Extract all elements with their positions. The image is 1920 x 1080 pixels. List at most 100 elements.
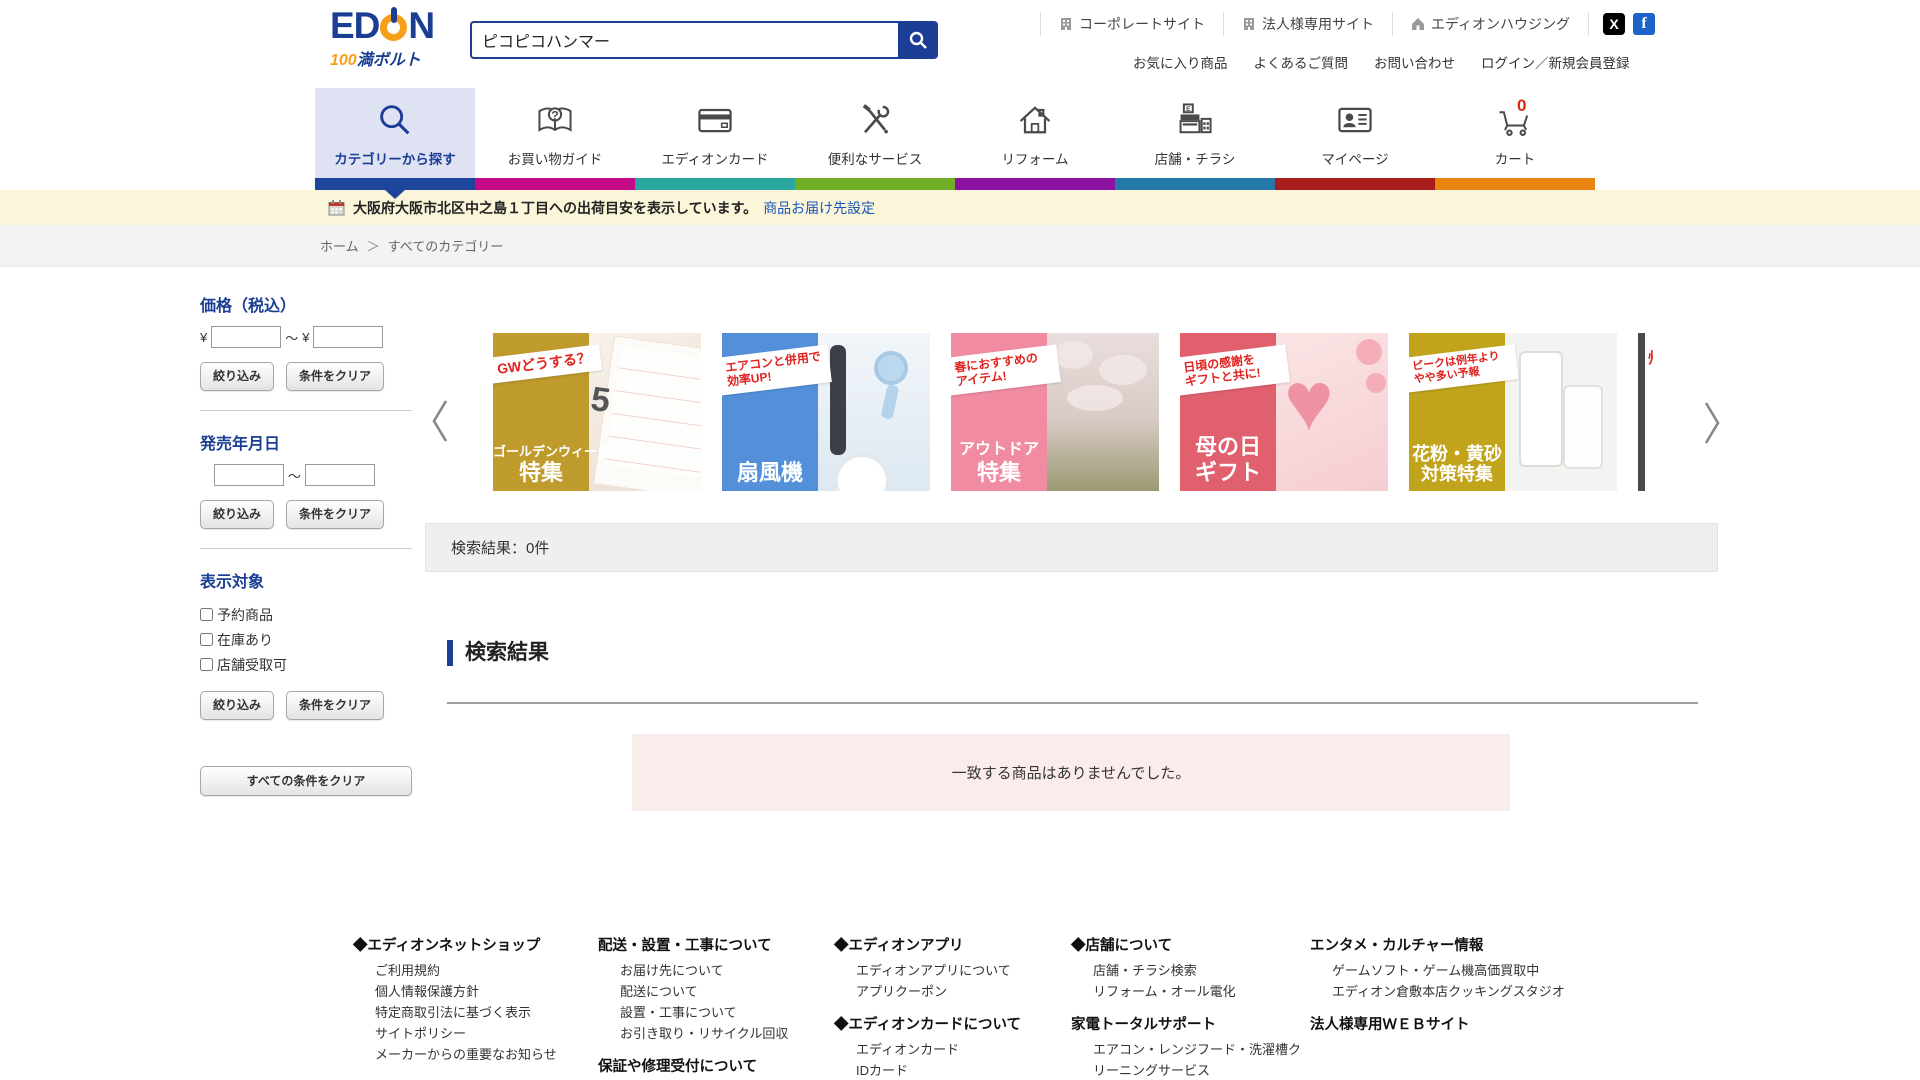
price-max-input[interactable] <box>313 326 383 348</box>
shipping-notice-text: 大阪府大阪市北区中之島１丁目への出荷目安を表示しています。 <box>353 198 757 218</box>
banner-outdoor[interactable]: アウトドア特集 春におすすめのアイテム! <box>951 333 1159 491</box>
reserve-item-checkbox[interactable] <box>200 608 213 621</box>
footer-heading: ◆エディオンカードについて <box>834 1014 1062 1036</box>
yen-label: ¥ <box>200 330 207 345</box>
banner-mothers-day[interactable]: 母の日ギフト ♥ 日頃の感謝をギフトと共に! <box>1180 333 1388 491</box>
filter-sidebar: 価格（税込） ¥ ～ ¥ 絞り込み 条件をクリア 発売年月日 ～ 絞り込み 条件… <box>200 292 412 796</box>
footer-link[interactable]: 店舗・チラシ検索 <box>1071 960 1301 981</box>
price-filter-apply-button[interactable]: 絞り込み <box>200 362 274 391</box>
banner-fans[interactable]: 扇風機 エアコンと併用で効率UP! <box>722 333 930 491</box>
nav-reform[interactable]: リフォーム <box>955 88 1115 178</box>
top-link-business[interactable]: 法人様専用サイト <box>1223 12 1392 36</box>
result-count-text: 検索結果：0件 <box>451 537 549 558</box>
heart-ribbon-photo: ♥ <box>1276 333 1388 491</box>
cart-icon: 0 <box>1495 100 1535 140</box>
credit-card-icon <box>695 100 735 140</box>
no-results-text: 一致する商品はありませんでした。 <box>952 762 1191 783</box>
carousel-prev-arrow[interactable] <box>430 398 450 444</box>
checkbox-label: 在庫あり <box>217 630 273 650</box>
price-filter-title: 価格（税込） <box>200 292 412 316</box>
favorites-link[interactable]: お気に入り商品 <box>1133 52 1228 72</box>
release-filter-apply-button[interactable]: 絞り込み <box>200 500 274 529</box>
edion-logo[interactable]: EDN 100満ボルト <box>330 8 440 70</box>
top-link-housing[interactable]: エディオンハウジング <box>1392 12 1588 36</box>
login-register-link[interactable]: ログイン／新規会員登録 <box>1481 52 1630 72</box>
footer-heading: ◆エディオンアプリ <box>834 935 1062 957</box>
calendar-truck-icon <box>328 199 345 216</box>
release-filter-clear-button[interactable]: 条件をクリア <box>286 500 384 529</box>
result-count-bar: 検索結果：0件 <box>425 523 1718 572</box>
nav-stores-flyers[interactable]: E 店舗・チラシ <box>1115 88 1275 178</box>
banner-partial[interactable]: 帰 <box>1638 333 1653 491</box>
banner-track: ゴールデンウィーク特集 5 GWどうする？ 扇風機 エアコンと併用で効率UP! … <box>493 333 1653 491</box>
clear-all-conditions-button[interactable]: すべての条件をクリア <box>200 766 412 796</box>
footer-link[interactable]: エディオンアプリについて <box>834 960 1062 981</box>
breadcrumb-home[interactable]: ホーム <box>320 236 359 255</box>
footer-link[interactable]: エディオン倉敷本店クッキングスタジオ <box>1310 981 1565 1002</box>
footer-link[interactable]: IDカード <box>834 1060 1062 1080</box>
price-range-row: ¥ ～ ¥ <box>200 326 412 348</box>
footer-col-netshop: ◆エディオンネットショップ ご利用規約 個人情報保護方針 特定商取引法に基づく表… <box>353 935 588 1065</box>
footer-link[interactable]: 個人情報保護方針 <box>353 981 588 1002</box>
nav-category-search[interactable]: カテゴリーから探す <box>315 88 475 178</box>
footer-link[interactable]: お引き取り・リサイクル回収 <box>598 1023 826 1044</box>
banner-pollen[interactable]: 花粉・黄砂対策特集 ピークは例年よりやや多い予報 <box>1409 333 1617 491</box>
checkbox-row-storepickup: 店舗受取可 <box>200 652 412 677</box>
display-filter-apply-button[interactable]: 絞り込み <box>200 691 274 720</box>
footer-link[interactable]: ゲームソフト・ゲーム機高価買取中 <box>1310 960 1565 981</box>
footer-heading: ◆店舗について <box>1071 935 1301 957</box>
banner-edge <box>1638 333 1645 491</box>
logo-subtext: 100満ボルト <box>330 46 440 70</box>
footer-link[interactable]: ご利用規約 <box>353 960 588 981</box>
search-button[interactable] <box>898 21 938 59</box>
nav-mypage[interactable]: マイページ <box>1275 88 1435 178</box>
footer-link[interactable]: アプリクーポン <box>834 981 1062 1002</box>
price-min-input[interactable] <box>211 326 281 348</box>
delivery-address-setting-link[interactable]: 商品お届け先設定 <box>763 198 875 218</box>
footer-link[interactable]: 配送について <box>598 981 826 1002</box>
results-divider <box>447 702 1698 704</box>
search-input[interactable] <box>470 21 898 59</box>
nav-shopping-guide[interactable]: ? お買い物ガイド <box>475 88 635 178</box>
footer-link[interactable]: メーカーからの重要なお知らせ <box>353 1044 588 1065</box>
price-filter-clear-button[interactable]: 条件をクリア <box>286 362 384 391</box>
edion-logo-text: EDN <box>330 8 440 44</box>
release-date-to-input[interactable] <box>305 464 375 486</box>
store-pickup-checkbox[interactable] <box>200 658 213 671</box>
building-icon <box>1059 17 1073 31</box>
magnifier-icon <box>375 100 415 140</box>
search-icon <box>908 30 928 50</box>
nav-services[interactable]: 便利なサービス <box>795 88 955 178</box>
top-link-corporate[interactable]: コーポレートサイト <box>1040 12 1223 36</box>
footer-link[interactable]: 特定商取引法に基づく表示 <box>353 1002 588 1023</box>
banner-golden-week[interactable]: ゴールデンウィーク特集 5 GWどうする？ <box>493 333 701 491</box>
facebook-icon[interactable]: f <box>1633 13 1655 35</box>
sakura-photo <box>1047 333 1159 491</box>
display-filter-buttons: 絞り込み 条件をクリア <box>200 691 412 720</box>
faq-link[interactable]: よくあるご質問 <box>1254 52 1349 72</box>
nav-edion-card[interactable]: エディオンカード <box>635 88 795 178</box>
x-twitter-icon[interactable]: X <box>1603 13 1625 35</box>
in-stock-checkbox[interactable] <box>200 633 213 646</box>
footer-link[interactable]: エアコン・レンジフード・洗濯槽クリーニングサービス <box>1071 1039 1301 1080</box>
cart-count-badge: 0 <box>1517 96 1526 116</box>
nav-bar-segment <box>795 178 955 190</box>
fan-photo <box>818 333 930 491</box>
display-filter-clear-button[interactable]: 条件をクリア <box>286 691 384 720</box>
footer-link[interactable]: エディオンカード <box>834 1039 1062 1060</box>
social-icons: X f <box>1588 12 1669 36</box>
footer-heading: 配送・設置・工事について <box>598 935 826 957</box>
footer-link[interactable]: お届け先について <box>598 960 826 981</box>
release-date-from-input[interactable] <box>214 464 284 486</box>
nav-cart[interactable]: 0 カート <box>1435 88 1595 178</box>
footer-link[interactable]: サイトポリシー <box>353 1023 588 1044</box>
shipping-notice-bar: 大阪府大阪市北区中之島１丁目への出荷目安を表示しています。 商品お届け先設定 <box>0 190 1920 225</box>
banner-carousel: ゴールデンウィーク特集 5 GWどうする？ 扇風機 エアコンと併用で効率UP! … <box>493 333 1653 491</box>
tilde-label: ～ <box>285 328 298 347</box>
contact-link[interactable]: お問い合わせ <box>1374 52 1455 72</box>
air-purifier-photo <box>1505 333 1617 491</box>
carousel-next-arrow[interactable] <box>1702 400 1722 446</box>
release-date-range-row: ～ <box>200 464 412 486</box>
footer-link[interactable]: 設置・工事について <box>598 1002 826 1023</box>
footer-link[interactable]: リフォーム・オール電化 <box>1071 981 1301 1002</box>
